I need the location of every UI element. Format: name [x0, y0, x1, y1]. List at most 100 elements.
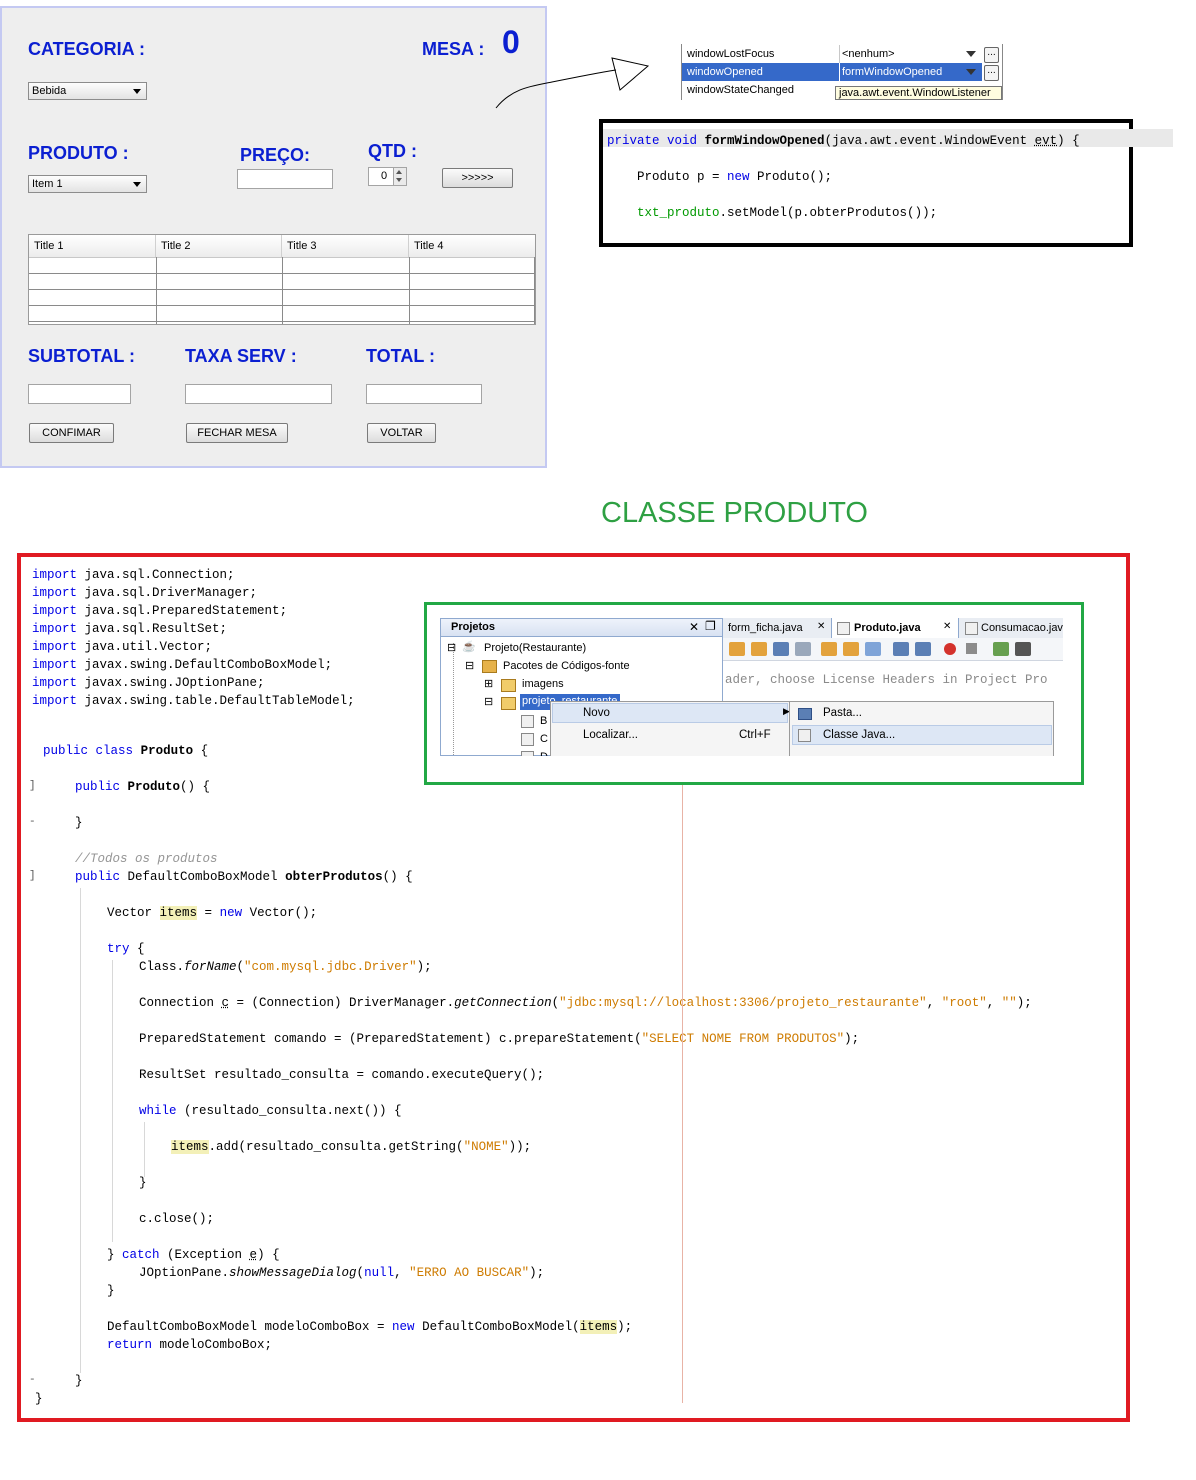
event-handler: formWindowOpened [842, 66, 943, 78]
collapse-icon[interactable]: ⊟ [484, 695, 493, 708]
subtotal-label: SUBTOTAL : [28, 346, 135, 366]
toggle-highlight-icon[interactable] [865, 642, 881, 656]
java-file-icon [521, 715, 534, 728]
tree-item-file[interactable]: D [540, 751, 548, 756]
total-field[interactable] [366, 384, 482, 404]
spinner-arrows[interactable] [393, 168, 406, 185]
fold-marker[interactable]: - [29, 1374, 36, 1386]
tab-produto-label: Produto.java [854, 622, 921, 634]
tree-item-source-packages[interactable]: Pacotes de Códigos-fonte [503, 660, 630, 672]
column-divider [839, 45, 840, 63]
code-line: } [107, 1284, 115, 1298]
menu-item-classe-java[interactable]: Classe Java... [823, 729, 895, 741]
code-line: JOptionPane.showMessageDialog(null, "ERR… [139, 1266, 545, 1280]
collapse-icon[interactable]: ⊟ [447, 641, 456, 654]
code-line: import java.sql.Connection; [32, 568, 235, 582]
window-opened-snippet: private void formWindowOpened(java.awt.e… [599, 119, 1173, 247]
forward-icon[interactable] [751, 642, 767, 656]
tree-item-imagens[interactable]: imagens [522, 678, 564, 690]
projects-title: Projetos [451, 621, 496, 633]
menu-item-novo[interactable]: Novo [583, 707, 610, 719]
spinner-up-icon[interactable] [396, 170, 402, 174]
expand-icon[interactable]: ⊞ [484, 677, 493, 690]
fold-marker[interactable]: ] [29, 780, 36, 792]
taxa-serv-label: TAXA SERV : [185, 346, 297, 366]
stop-macro-icon[interactable] [966, 643, 977, 654]
subtotal-field[interactable] [28, 384, 131, 404]
row-divider [29, 289, 535, 290]
find-previous-icon[interactable] [821, 642, 837, 656]
editor-tabs: form_ficha.java ✕ Produto.java ✕ Consuma… [723, 618, 1063, 639]
categoria-combo[interactable]: Bebida [28, 82, 147, 100]
produto-combo[interactable]: Item 1 [28, 175, 147, 193]
chevron-down-icon [133, 89, 141, 94]
chevron-down-icon [133, 182, 141, 187]
back-icon[interactable] [729, 642, 745, 656]
tab-produto-active[interactable]: Produto.java ✕ [831, 618, 959, 638]
add-item-button[interactable]: >>>>> [442, 168, 513, 188]
column-header[interactable]: Title 4 [409, 235, 535, 257]
right-margin-line [682, 748, 683, 1403]
taxa-serv-field[interactable] [185, 384, 332, 404]
find-next-icon[interactable] [843, 642, 859, 656]
qtd-spinner[interactable]: 0 [368, 167, 407, 186]
package-icon [501, 697, 516, 710]
snippet-line-3: txt_produto.setModel(p.obterProdutos()); [607, 206, 938, 220]
items-table[interactable]: Title 1 Title 2 Title 3 Title 4 [28, 234, 536, 325]
code-line: return modeloComboBox; [107, 1338, 273, 1352]
close-icon[interactable]: ✕ [943, 621, 951, 632]
spinner-down-icon[interactable] [396, 178, 402, 182]
editor-header-comment: ader, choose License Headers in Project … [725, 673, 1048, 687]
record-macro-icon[interactable] [944, 643, 956, 655]
select-icon[interactable] [795, 642, 811, 656]
shift-left-icon[interactable] [893, 642, 909, 656]
ellipsis-button[interactable]: ... [984, 47, 999, 63]
event-row-selected[interactable]: windowOpened formWindowOpened [682, 63, 982, 81]
collapse-icon[interactable]: ⊟ [465, 659, 474, 672]
menu-item-localizar[interactable]: Localizar... [583, 729, 638, 741]
fechar-mesa-button[interactable]: FECHAR MESA [186, 423, 288, 443]
comment-icon[interactable] [993, 642, 1009, 656]
menu-item-pasta[interactable]: Pasta... [823, 707, 862, 719]
column-divider [156, 257, 157, 324]
code-line: public DefaultComboBoxModel obterProduto… [75, 870, 413, 884]
column-header[interactable]: Title 3 [282, 235, 409, 257]
code-line: while (resultado_consulta.next()) { [139, 1104, 402, 1118]
fold-marker[interactable]: - [29, 816, 36, 828]
shift-right-icon[interactable] [915, 642, 931, 656]
fold-marker[interactable]: ] [29, 870, 36, 882]
tree-line [453, 643, 455, 756]
column-divider [282, 257, 283, 324]
code-line: } [35, 1392, 43, 1406]
code-line: import javax.swing.JOptionPane; [32, 676, 265, 690]
preco-input[interactable] [237, 169, 333, 189]
arrow-annotation [495, 57, 650, 109]
confirmar-button[interactable]: CONFIMAR [29, 423, 114, 443]
code-line: import java.sql.ResultSet; [32, 622, 228, 636]
chevron-down-icon[interactable] [966, 69, 976, 75]
tab-consumacao[interactable]: Consumacao.java [981, 622, 1063, 634]
indent-guide [80, 888, 81, 1373]
submenu: Pasta... Classe Java... [789, 701, 1054, 756]
voltar-button[interactable]: VOLTAR [367, 423, 436, 443]
column-header[interactable]: Title 2 [156, 235, 282, 257]
uncomment-icon[interactable] [1015, 642, 1031, 656]
close-icon[interactable]: ✕ [689, 620, 699, 634]
column-header[interactable]: Title 1 [29, 235, 156, 257]
restore-window-icon[interactable]: ❐ [705, 619, 716, 633]
categoria-label: CATEGORIA : [28, 39, 145, 59]
folder-icon [798, 708, 812, 720]
tree-item-project[interactable]: Projeto(Restaurante) [484, 642, 586, 654]
event-row[interactable]: windowLostFocus <nenhum> [682, 45, 982, 63]
code-line: import javax.swing.DefaultComboBoxModel; [32, 658, 333, 672]
ellipsis-button[interactable]: ... [984, 65, 999, 81]
chevron-down-icon[interactable] [966, 51, 976, 57]
tab-form-ficha[interactable]: form_ficha.java [728, 622, 803, 634]
tree-item-file[interactable]: C [540, 733, 548, 745]
snippet-line-2: Produto p = new Produto(); [607, 170, 833, 184]
tree-item-file[interactable]: B [540, 715, 547, 727]
code-line: PreparedStatement comando = (PreparedSta… [139, 1032, 860, 1046]
close-icon[interactable]: ✕ [817, 621, 825, 632]
code-line: } [139, 1176, 147, 1190]
history-icon[interactable] [773, 642, 789, 656]
